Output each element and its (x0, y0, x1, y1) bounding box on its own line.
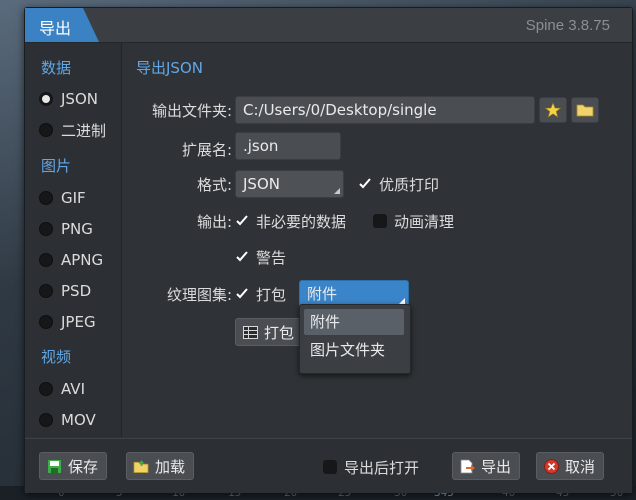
radio-json[interactable]: JSON (39, 86, 98, 112)
panel-heading: 导出JSON (136, 59, 203, 77)
checkmark-icon (358, 177, 372, 191)
nonessential-checkbox[interactable]: 非必要的数据 (235, 209, 346, 233)
checkbox-label: 导出后打开 (344, 458, 420, 477)
button-label: 加载 (155, 457, 186, 476)
radio-avi[interactable]: AVI (39, 376, 85, 402)
section-video: 视频 (41, 348, 72, 366)
checkbox-label: 非必要的数据 (256, 212, 347, 231)
extension-label: 扩展名: (181, 141, 232, 159)
save-icon (46, 458, 62, 474)
folder-icon (576, 104, 594, 117)
section-images: 图片 (41, 157, 72, 175)
checkbox-label: 打包 (256, 285, 287, 304)
radio-label: JPEG (61, 313, 96, 331)
format-sidebar: 数据 JSON 二进制 图片 GIF PNG APNG PSD JPEG 视频 … (25, 43, 122, 437)
title-bar[interactable]: 导出 Spine 3.8.75 (25, 8, 632, 43)
radio-psd[interactable]: PSD (39, 278, 91, 304)
radio-label: JSON (61, 90, 98, 108)
radio-binary[interactable]: 二进制 (39, 117, 106, 143)
format-value: JSON (243, 175, 280, 193)
radio-label: MOV (61, 411, 96, 429)
format-select[interactable]: JSON (235, 170, 344, 198)
pack-mode-dropdown: 附件 图片文件夹 (299, 304, 411, 374)
button-label: 打包 (264, 323, 295, 342)
radio-apng[interactable]: APNG (39, 247, 103, 273)
section-data: 数据 (41, 59, 72, 77)
extension-input[interactable]: .json (235, 132, 341, 160)
checkmark-icon (235, 214, 249, 228)
output-label: 输出: (196, 213, 232, 231)
dropdown-corner-icon (334, 188, 340, 194)
radio-icon (39, 222, 53, 236)
radio-label: APNG (61, 251, 104, 269)
load-button[interactable]: 加载 (126, 452, 195, 480)
radio-icon (39, 191, 53, 205)
radio-label: GIF (61, 189, 86, 207)
radio-label: AVI (61, 380, 85, 398)
save-button[interactable]: 保存 (39, 452, 108, 480)
cancel-button[interactable]: 取消 (536, 452, 605, 480)
checkbox-label: 警告 (256, 248, 287, 267)
settings-panel: 导出JSON 输出文件夹: C:/Users/0/Desktop/single … (122, 43, 632, 437)
radio-icon (39, 123, 53, 137)
radio-gif[interactable]: GIF (39, 185, 86, 211)
button-label: 导出 (481, 457, 512, 476)
warnings-checkbox[interactable]: 警告 (235, 245, 286, 269)
radio-selected-icon (39, 92, 53, 106)
radio-icon (39, 413, 53, 427)
output-folder-input[interactable]: C:/Users/0/Desktop/single (235, 96, 535, 124)
format-label: 格式: (196, 176, 232, 194)
button-label: 取消 (565, 457, 596, 476)
pretty-print-checkbox[interactable]: 优质打印 (358, 172, 439, 196)
pack-mode-value: 附件 (307, 285, 338, 303)
browse-folder-button[interactable] (571, 97, 599, 123)
radio-mov[interactable]: MOV (39, 407, 96, 433)
dialog-title: 导出 (39, 19, 72, 38)
export-button[interactable]: 导出 (452, 452, 521, 480)
radio-label: PSD (61, 282, 92, 300)
pack-settings-button[interactable]: 打包 (235, 318, 305, 346)
checkmark-icon (235, 250, 249, 264)
radio-icon (39, 284, 53, 298)
export-dialog: 导出 Spine 3.8.75 数据 JSON 二进制 图片 GIF PNG A… (24, 7, 633, 493)
radio-icon (39, 382, 53, 396)
radio-png[interactable]: PNG (39, 216, 93, 242)
dropdown-option-image-folders[interactable]: 图片文件夹 (304, 337, 404, 363)
dialog-footer: 保存 加载 导出后打开 导出 取消 (25, 438, 632, 493)
radio-icon (39, 253, 53, 267)
export-icon (459, 458, 475, 474)
open-after-export-checkbox[interactable]: 导出后打开 (323, 455, 419, 479)
dropdown-option-attachments[interactable]: 附件 (304, 309, 404, 335)
checkmark-icon (235, 287, 249, 301)
output-folder-label: 输出文件夹: (151, 102, 232, 120)
texture-atlas-label: 纹理图集: (166, 286, 232, 304)
checkbox-label: 优质打印 (379, 175, 440, 194)
unchecked-box-icon (373, 214, 387, 228)
cancel-icon (543, 458, 559, 474)
checkbox-label: 动画清理 (394, 212, 455, 231)
radio-icon (39, 315, 53, 329)
pack-checkbox[interactable]: 打包 (235, 282, 286, 306)
button-label: 保存 (68, 457, 99, 476)
settings-grid-icon (242, 324, 258, 340)
unchecked-box-icon (323, 460, 337, 474)
load-folder-icon (133, 458, 149, 474)
star-icon (545, 102, 561, 118)
favorite-button[interactable] (539, 97, 567, 123)
animation-cleanup-checkbox[interactable]: 动画清理 (373, 209, 454, 233)
radio-label: 二进制 (61, 121, 107, 140)
radio-jpeg[interactable]: JPEG (39, 309, 96, 335)
radio-label: PNG (61, 220, 93, 238)
version-label: Spine 3.8.75 (525, 17, 610, 34)
